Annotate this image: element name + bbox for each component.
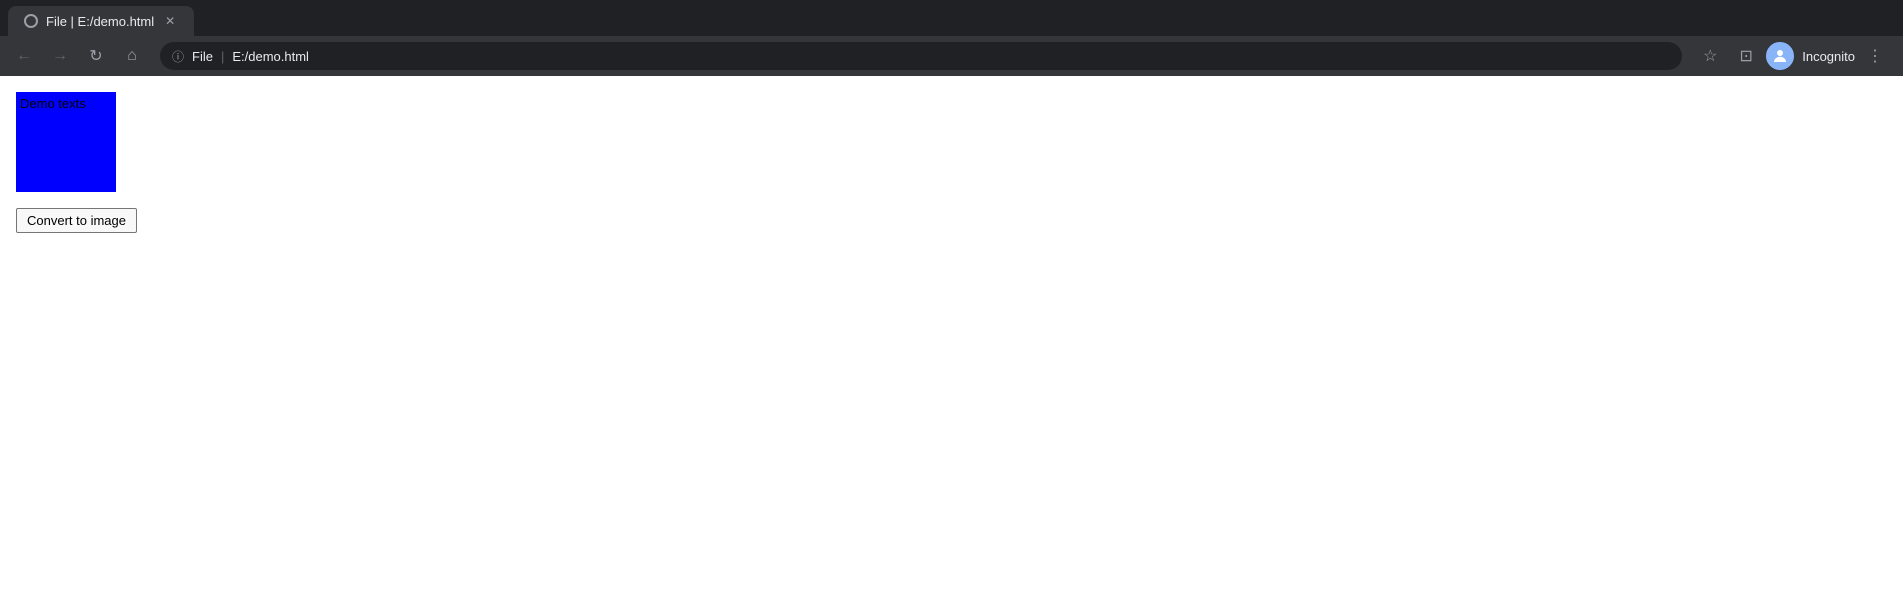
profile-icon	[1771, 47, 1789, 65]
tabswitch-icon: ⊡	[1740, 46, 1753, 66]
home-icon: ⌂	[127, 47, 137, 65]
tab-close-button[interactable]: ✕	[162, 13, 178, 29]
star-icon: ☆	[1703, 46, 1717, 66]
info-icon: ⓘ	[172, 48, 184, 65]
address-bar-wrapper: ⓘ File | E:/demo.html	[160, 42, 1682, 70]
convert-to-image-button[interactable]: Convert to image	[16, 208, 137, 233]
tab-bar: File | E:/demo.html ✕	[0, 0, 1903, 36]
profile-name: Incognito	[1802, 49, 1855, 64]
demo-text: Demo texts	[20, 96, 86, 111]
refresh-button[interactable]: ↻	[80, 40, 112, 72]
address-separator: |	[221, 49, 224, 64]
menu-icon: ⋮	[1867, 46, 1883, 66]
refresh-icon: ↻	[89, 46, 102, 66]
tab-favicon	[24, 14, 38, 28]
page-content: Demo texts Convert to image	[0, 76, 1903, 608]
tab-switch-button[interactable]: ⊡	[1730, 40, 1762, 72]
demo-box: Demo texts	[16, 92, 116, 192]
back-icon: ←	[16, 47, 32, 65]
address-bar[interactable]: ⓘ File | E:/demo.html	[160, 42, 1682, 70]
tab-title: File | E:/demo.html	[46, 14, 154, 29]
address-url: E:/demo.html	[232, 49, 309, 64]
browser-actions: ☆ ⊡ Incognito ⋮	[1694, 40, 1895, 72]
menu-button[interactable]: ⋮	[1859, 40, 1891, 72]
profile-button[interactable]	[1766, 42, 1794, 70]
browser-chrome: File | E:/demo.html ✕ ← → ↻ ⌂ ⓘ File | E…	[0, 0, 1903, 76]
navigation-bar: ← → ↻ ⌂ ⓘ File | E:/demo.html ☆ ⊡	[0, 36, 1903, 76]
bookmark-button[interactable]: ☆	[1694, 40, 1726, 72]
back-button[interactable]: ←	[8, 40, 40, 72]
forward-button[interactable]: →	[44, 40, 76, 72]
home-button[interactable]: ⌂	[116, 40, 148, 72]
active-tab[interactable]: File | E:/demo.html ✕	[8, 6, 194, 36]
forward-icon: →	[52, 47, 68, 65]
address-file: File	[192, 49, 213, 64]
